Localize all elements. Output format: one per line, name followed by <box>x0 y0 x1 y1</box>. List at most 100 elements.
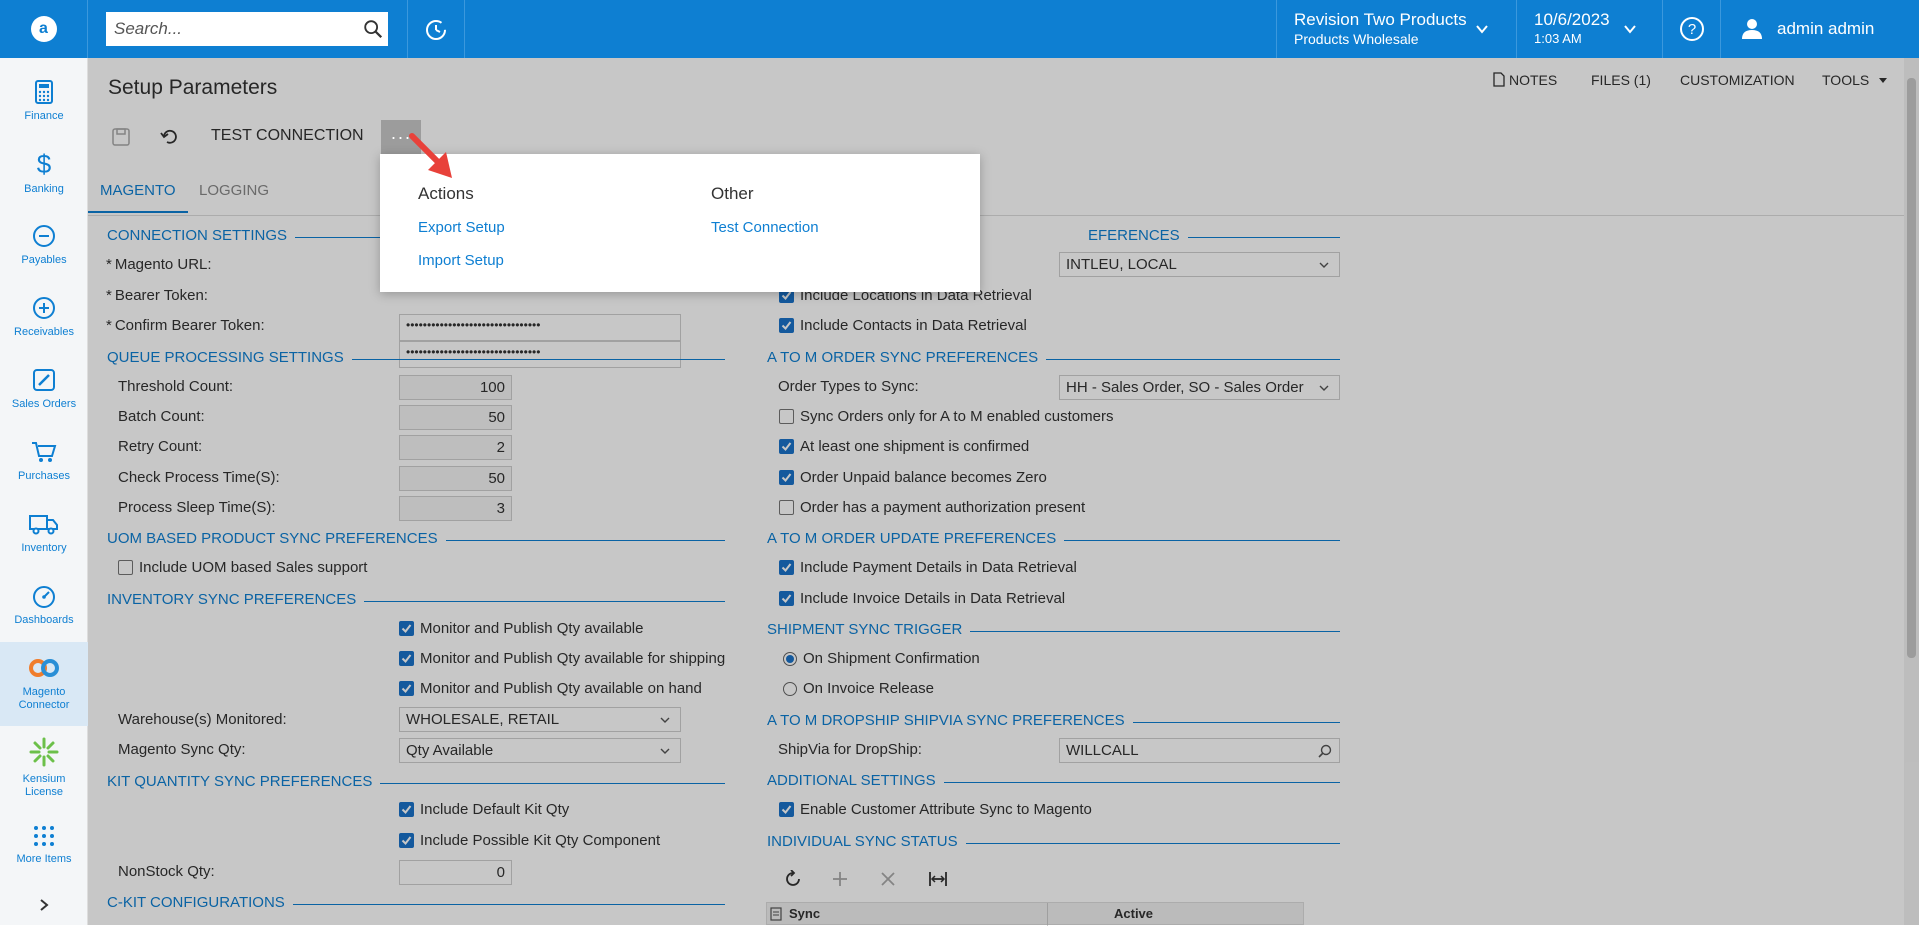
sidebar-item-payables[interactable]: Payables <box>0 210 88 280</box>
monitor-onhand-checkbox[interactable]: Monitor and Publish Qty available on han… <box>399 680 702 697</box>
retry-count-field[interactable]: 2 <box>399 435 512 460</box>
on-invoice-radio[interactable]: On Invoice Release <box>783 680 934 697</box>
recent-history-button[interactable] <box>407 0 465 58</box>
sidebar-item-inventory[interactable]: Inventory <box>0 498 88 568</box>
tools-menu[interactable]: TOOLS <box>1822 72 1888 88</box>
tab-magento[interactable]: MAGENTO <box>88 182 188 213</box>
notes-link[interactable]: NOTES <box>1493 72 1557 88</box>
search-input[interactable] <box>106 12 388 46</box>
chevron-down-icon <box>1476 25 1488 34</box>
page-title: Setup Parameters <box>108 76 278 99</box>
acumatica-logo[interactable]: a <box>0 0 88 58</box>
include-invoice-checkbox[interactable]: Include Invoice Details in Data Retrieva… <box>779 590 1065 607</box>
sidebar-item-finance[interactable]: Finance <box>0 66 88 136</box>
checkmark-icon <box>399 651 414 666</box>
section-dropship-shipvia: A TO M DROPSHIP SHIPVIA SYNC PREFERENCES <box>767 710 1340 730</box>
sidebar-item-kensium-license[interactable]: Kensium License <box>0 728 88 808</box>
checkmark-icon <box>399 833 414 848</box>
history-icon <box>426 20 446 40</box>
sidebar-item-purchases[interactable]: Purchases <box>0 426 88 496</box>
monitor-shipping-checkbox[interactable]: Monitor and Publish Qty available for sh… <box>399 650 725 667</box>
search-icon[interactable] <box>362 18 384 40</box>
more-actions-dropdown: Actions Export Setup Import Setup Other … <box>380 154 980 292</box>
export-setup-menu-item[interactable]: Export Setup <box>418 219 505 236</box>
checkmark-icon <box>779 470 794 485</box>
on-shipment-radio[interactable]: On Shipment Confirmation <box>783 650 980 667</box>
import-setup-menu-item[interactable]: Import Setup <box>418 252 504 269</box>
checkmark-icon <box>779 439 794 454</box>
checkmark-icon <box>779 318 794 333</box>
include-payment-checkbox[interactable]: Include Payment Details in Data Retrieva… <box>779 559 1077 576</box>
help-button[interactable]: ? <box>1662 0 1720 58</box>
chevron-right-icon[interactable] <box>38 898 50 912</box>
sidebar-item-magento-connector[interactable]: Magento Connector <box>0 642 88 726</box>
save-icon[interactable] <box>112 128 130 146</box>
nonstock-qty-field[interactable]: 0 <box>399 860 512 885</box>
section-order-sync: A TO M ORDER SYNC PREFERENCES <box>767 347 1340 367</box>
magento-url-label: * Magento URL: <box>106 256 212 273</box>
sidebar-item-label: Purchases <box>18 469 70 482</box>
shipvia-selector[interactable]: WILLCALL <box>1059 738 1340 763</box>
batch-count-field[interactable]: 50 <box>399 405 512 430</box>
sidebar-item-label: Receivables <box>14 325 74 338</box>
company-selector[interactable]: Revision Two Products Products Wholesale <box>1276 0 1516 58</box>
order-types-select[interactable]: HH - Sales Order, SO - Sales Order <box>1059 375 1340 400</box>
checkmark-icon <box>779 802 794 817</box>
uom-sales-checkbox[interactable]: Include UOM based Sales support <box>118 559 367 576</box>
bearer-token-label: * Bearer Token: <box>106 287 208 304</box>
tab-logging[interactable]: LOGGING <box>187 182 281 213</box>
sidebar-item-dashboards[interactable]: Dashboards <box>0 570 88 640</box>
sidebar-item-label: Magento Connector <box>18 686 70 711</box>
warehouse-select[interactable]: WHOLESALE, RETAIL <box>399 707 681 732</box>
shipment-confirmed-checkbox[interactable]: At least one shipment is confirmed <box>779 438 1029 455</box>
caret-down-icon <box>1879 78 1888 83</box>
magento-sync-qty-select[interactable]: Qty Available <box>399 738 681 763</box>
monitor-qty-checkbox[interactable]: Monitor and Publish Qty available <box>399 620 643 637</box>
check-process-time-field[interactable]: 50 <box>399 466 512 491</box>
unpaid-zero-checkbox[interactable]: Order Unpaid balance becomes Zero <box>779 469 1047 486</box>
threshold-count-field[interactable]: 100 <box>399 375 512 400</box>
add-row-icon[interactable] <box>831 870 849 888</box>
test-connection-menu-item[interactable]: Test Connection <box>711 219 819 236</box>
enable-attr-sync-checkbox[interactable]: Enable Customer Attribute Sync to Magent… <box>779 801 1092 818</box>
main-content: Setup Parameters NOTES FILES (1) CUSTOMI… <box>88 58 1919 926</box>
test-connection-button[interactable]: TEST CONNECTION <box>211 127 364 145</box>
locations-select[interactable]: INTLEU, LOCAL <box>1059 252 1340 277</box>
fit-columns-icon[interactable] <box>928 870 948 888</box>
checkmark-icon <box>779 591 794 606</box>
confirm-bearer-token-field[interactable]: •••••••••••••••••••••••••••••••• <box>399 314 681 341</box>
checkbox-icon <box>779 500 794 515</box>
payment-auth-checkbox[interactable]: Order has a payment authorization presen… <box>779 499 1085 516</box>
customization-link[interactable]: CUSTOMIZATION <box>1680 72 1795 88</box>
grid-col-sync[interactable]: Sync <box>789 906 820 921</box>
refresh-icon[interactable] <box>784 870 802 888</box>
sidebar-item-banking[interactable]: $ Banking <box>0 138 88 208</box>
grid-col-active[interactable]: Active <box>1114 906 1153 921</box>
include-contacts-checkbox[interactable]: Include Contacts in Data Retrieval <box>779 317 1027 334</box>
checkbox-icon <box>779 409 794 424</box>
sidebar-item-sales-orders[interactable]: Sales Orders <box>0 354 88 424</box>
sidebar-item-receivables[interactable]: Receivables <box>0 282 88 352</box>
sidebar-item-more-items[interactable]: More Items <box>0 810 88 880</box>
vertical-scrollbar[interactable] <box>1904 58 1919 925</box>
section-uom-sync: UOM BASED PRODUCT SYNC PREFERENCES <box>107 528 725 548</box>
scrollbar-thumb[interactable] <box>1907 78 1916 658</box>
confirm-bearer-token-label: * Confirm Bearer Token: <box>106 317 265 334</box>
kensium-icon <box>29 737 59 767</box>
sync-enabled-only-checkbox[interactable]: Sync Orders only for A to M enabled cust… <box>779 408 1113 425</box>
pencil-icon <box>33 368 55 391</box>
possible-kit-checkbox[interactable]: Include Possible Kit Qty Component <box>399 832 660 849</box>
user-menu[interactable]: admin admin <box>1720 0 1919 58</box>
process-sleep-time-label: Process Sleep Time(S): <box>118 499 276 516</box>
search-icon[interactable] <box>1318 744 1332 758</box>
default-kit-checkbox[interactable]: Include Default Kit Qty <box>399 801 569 818</box>
chevron-down-icon <box>1319 262 1329 268</box>
process-sleep-time-field[interactable]: 3 <box>399 496 512 521</box>
radio-icon <box>783 681 797 696</box>
grid-col-divider <box>1047 903 1048 926</box>
delete-row-icon[interactable] <box>879 870 897 888</box>
svg-text:$: $ <box>37 151 52 177</box>
date-selector[interactable]: 10/6/2023 1:03 AM <box>1516 0 1662 58</box>
undo-icon[interactable] <box>160 128 178 146</box>
files-link[interactable]: FILES (1) <box>1591 72 1651 88</box>
